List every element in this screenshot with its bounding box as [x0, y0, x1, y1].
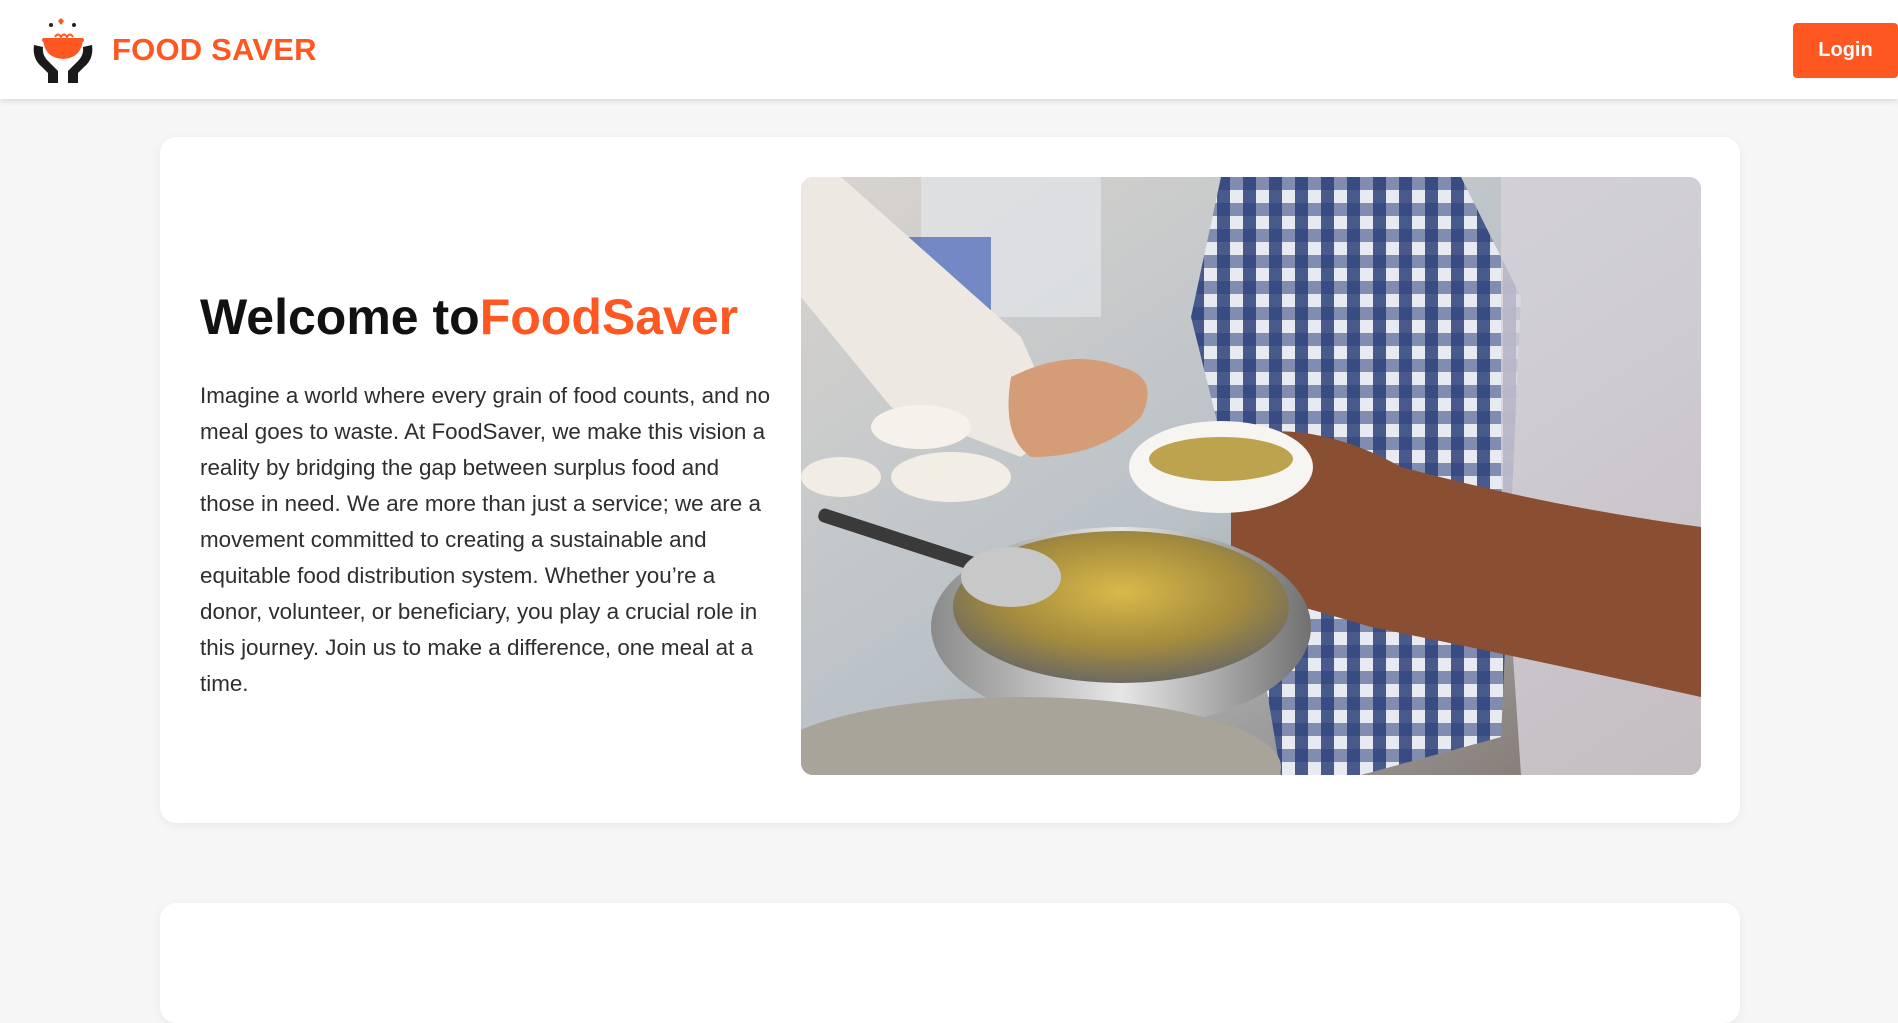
- hero-card: Welcome toFoodSaver Imagine a world wher…: [160, 137, 1740, 823]
- brand[interactable]: FOOD SAVER: [28, 15, 317, 85]
- secondary-card: [160, 903, 1740, 1023]
- hero-title: Welcome toFoodSaver: [200, 287, 780, 347]
- hero-title-prefix: Welcome to: [200, 289, 480, 345]
- brand-name: FOOD SAVER: [112, 31, 317, 67]
- hero-image: [801, 177, 1701, 775]
- hero-title-accent: FoodSaver: [479, 289, 739, 345]
- food-serving-photo: [801, 177, 1701, 775]
- hero-description: Imagine a world where every grain of foo…: [200, 383, 771, 696]
- navbar: FOOD SAVER Login: [0, 0, 1898, 99]
- hero-text: Welcome toFoodSaver Imagine a world wher…: [200, 287, 780, 702]
- hands-holding-bowl-icon: [33, 17, 93, 83]
- login-button[interactable]: Login: [1793, 23, 1898, 78]
